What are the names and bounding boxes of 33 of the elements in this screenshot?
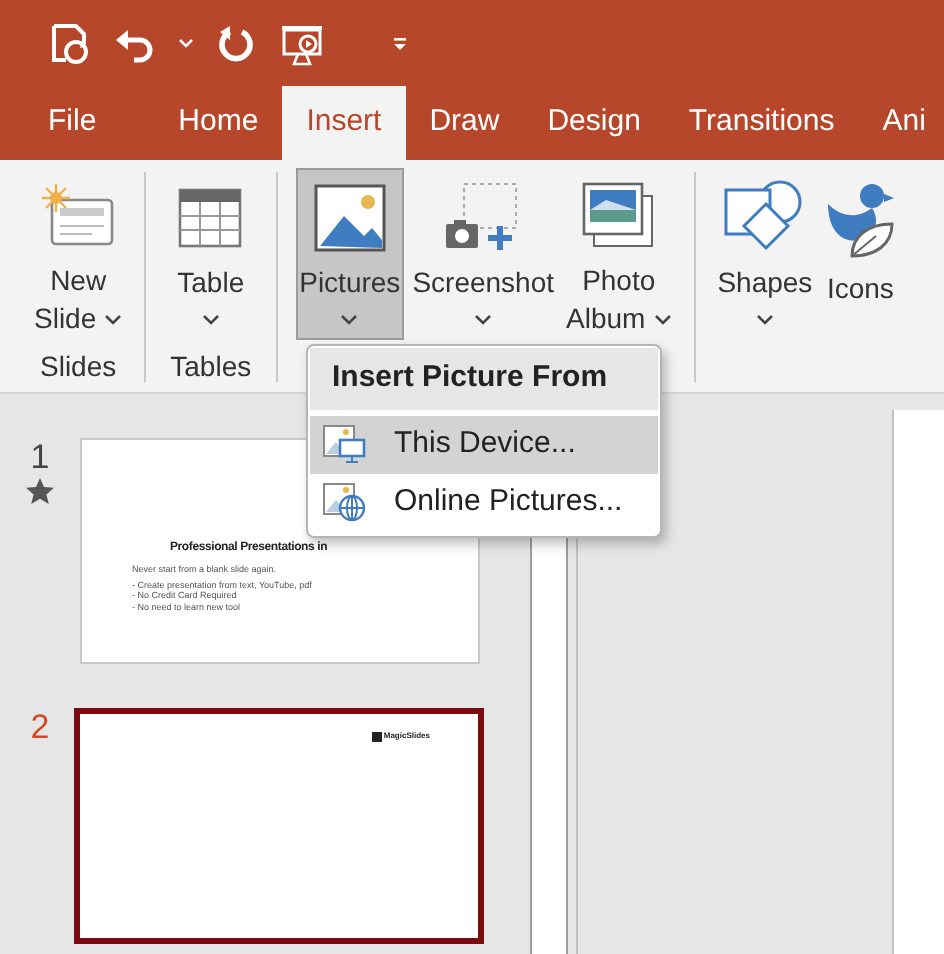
ribbon-tab[interactable]: Insert — [282, 86, 406, 160]
new-slide-button[interactable]: New Slide — [30, 168, 127, 340]
pictures-button[interactable]: Pictures — [295, 168, 405, 340]
picture-icon — [313, 183, 386, 252]
logo-icon — [371, 731, 382, 741]
ribbon-tab[interactable]: Draw — [405, 86, 524, 160]
icons-button[interactable]: Icons — [820, 168, 901, 340]
group-label: Tables — [170, 350, 252, 382]
menu-header: Insert Picture From — [310, 348, 658, 409]
ribbon-tab[interactable]: Home — [154, 86, 283, 160]
globe-picture-icon — [322, 482, 366, 522]
photo-icon — [582, 182, 655, 250]
shapes-button[interactable]: Shapes — [713, 168, 817, 340]
monitor-picture-icon — [322, 424, 366, 464]
customize-icon[interactable] — [392, 35, 408, 51]
photo-album-button[interactable]: Photo Album — [562, 168, 676, 340]
autosave-icon[interactable] — [48, 22, 90, 64]
slide-number: 2 — [30, 708, 50, 748]
table-button[interactable]: Table — [172, 168, 249, 340]
table-icon — [176, 185, 245, 250]
slide-number: 1 — [30, 438, 50, 478]
group-label: Slides — [40, 350, 117, 382]
menu-item[interactable]: This Device... — [310, 415, 658, 473]
screenshot-button[interactable]: Screenshot — [408, 168, 559, 340]
slide-icon — [40, 182, 117, 250]
ribbon-tab[interactable]: Design — [523, 86, 665, 160]
ribbon-tab[interactable]: Ani — [858, 86, 944, 160]
ribbon-tab[interactable]: File — [24, 86, 121, 160]
bird-icon — [824, 180, 897, 260]
presentation-icon[interactable] — [280, 21, 324, 65]
ribbon-tab[interactable]: Transitions — [664, 86, 859, 160]
caret-icon[interactable] — [178, 37, 194, 49]
redo-icon[interactable] — [218, 24, 256, 62]
